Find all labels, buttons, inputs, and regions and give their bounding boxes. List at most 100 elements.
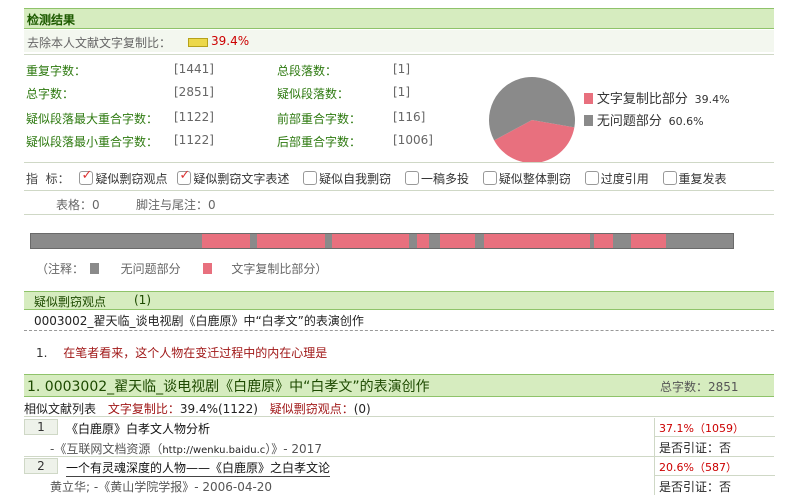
stat-row: 疑似段落最大重合字数： <box>26 110 158 127</box>
similar-list-header: 相似文献列表 文字复制比：39.4%(1122) 疑似剽窃观点：(0) <box>24 400 371 417</box>
legend-swatch-copy <box>202 263 212 274</box>
doc-title[interactable]: 《白鹿原》白孝文人物分析 <box>66 420 210 437</box>
stat-label: 疑似段落最小重合字数： <box>26 135 159 149</box>
stat-label: 总段落数： <box>277 64 338 78</box>
stat-value: [1] <box>393 85 410 99</box>
legend-swatch-ok <box>584 115 593 126</box>
legend-value: 60.6% <box>668 115 704 128</box>
doc-row: 1 《白鹿原》白孝文人物分析 -《互联网文档资源（http://wenku.ba… <box>24 418 775 457</box>
stat-label: 疑似段落数： <box>277 87 350 101</box>
checkbox[interactable] <box>584 171 599 185</box>
view-label: 疑似剽窃观点： <box>269 402 354 416</box>
checkbox[interactable] <box>662 171 677 185</box>
stat-label: 重复字数： <box>26 64 87 78</box>
indicator-item: 过度引用 <box>600 172 649 186</box>
source-suffix: ）》- 2017 <box>265 442 322 456</box>
bar-segment-copy <box>201 234 251 248</box>
distribution-bar <box>30 233 734 249</box>
bar-segment-copy <box>630 234 667 248</box>
doc-percent: 37.1%（1059） <box>659 422 744 435</box>
checkbox[interactable] <box>303 171 318 185</box>
section-total: 总字数：2851 <box>660 380 739 394</box>
doc-row: 2 一个有灵魂深度的人物——《白鹿原》之白孝文论 黄立华; -《黄山学院学报》-… <box>24 457 775 497</box>
legend-item-copy: 文字复制比部分 39.4% <box>584 88 730 110</box>
summary-row: 去除本人文献文字复制比： 39.4% <box>24 30 774 52</box>
bar-segment-copy <box>257 234 326 248</box>
tables-count: 表格：0 <box>56 198 100 212</box>
plagiarism-count: (1) <box>134 293 151 307</box>
ratio-label: 文字复制比： <box>107 402 180 416</box>
cite-cell: 是否引证：否 <box>654 436 775 456</box>
legend-swatch-copy <box>584 93 593 104</box>
stat-value: [2851] <box>174 85 214 99</box>
stat-value: [1006] <box>393 133 433 147</box>
dashed-divider <box>24 330 774 331</box>
doc-number: 1 <box>24 419 58 435</box>
legend-value: 39.4% <box>694 93 730 106</box>
pie-legend: 文字复制比部分 39.4% 无问题部分 60.6% <box>584 88 730 132</box>
plagiarism-title: 疑似剽窃观点 <box>34 295 107 309</box>
stat-value: [1] <box>393 62 410 76</box>
doc-title[interactable]: 一个有灵魂深度的人物——《白鹿原》之白孝文论 <box>66 459 331 477</box>
view-value: (0) <box>353 402 371 416</box>
stat-row: 总字数： <box>26 85 74 102</box>
stat-label: 疑似段落最大重合字数： <box>26 112 159 126</box>
bar-legend: （注释： 无问题部分 文字复制比部分） <box>36 260 327 277</box>
item-text: 在笔者看来，这个人物在变迁过程中的内在心理是 <box>63 346 328 360</box>
doc-source: -《互联网文档资源（http://wenku.baidu.c）》- 2017 <box>50 440 322 457</box>
doc-number: 2 <box>24 458 58 474</box>
bar-segment-copy <box>440 234 475 248</box>
summary-value: 39.4% <box>211 34 250 48</box>
doc-cite: 是否引证：否 <box>659 441 732 455</box>
percent-cell: 37.1%（1059） <box>654 418 775 437</box>
footnotes-count: 脚注与尾注：0 <box>136 198 216 212</box>
stat-label: 后部重合字数： <box>277 135 362 149</box>
bar-segment-copy <box>483 234 591 248</box>
stat-label: 总字数： <box>26 87 75 101</box>
checkbox[interactable] <box>482 171 497 185</box>
summary-gauge <box>188 38 208 47</box>
indicator-item: 疑似自我剽窃 <box>319 172 392 186</box>
section-title: 1. 0003002_翟天临_谈电视剧《白鹿原》中“白孝文”的表演创作 <box>27 379 430 395</box>
section-header: 1. 0003002_翟天临_谈电视剧《白鹿原》中“白孝文”的表演创作 总字数：… <box>24 374 774 397</box>
result-title: 检测结果 <box>27 13 76 27</box>
source-prefix: -《互联网文档资源（ <box>50 442 163 456</box>
bar-legend-copy: 文字复制比部分） <box>231 262 328 276</box>
checkbox[interactable] <box>405 171 419 185</box>
plagiarism-header: 疑似剽窃观点 (1) <box>24 291 774 310</box>
legend-item-ok: 无问题部分 60.6% <box>584 110 730 132</box>
doc-percent: 20.6%（587） <box>659 461 737 474</box>
result-header: 检测结果 <box>24 8 774 29</box>
pie-chart <box>489 77 575 163</box>
stat-row: 重复字数： <box>26 62 86 79</box>
similar-list-label: 相似文献列表 <box>24 402 97 416</box>
indicator-row: 指 标： 疑似剽窃观点 疑似剽窃文字表述 疑似自我剽窃 一稿多投 疑似整体剽窃 … <box>26 168 729 187</box>
legend-label: 无问题部分 <box>596 114 662 129</box>
plagiarism-doc: 0003002_翟天临_谈电视剧《白鹿原》中“白孝文”的表演创作 <box>34 314 364 328</box>
summary-label: 去除本人文献文字复制比： <box>27 36 172 50</box>
stat-value: [116] <box>393 110 426 124</box>
indicator-item: 疑似剽窃观点 <box>95 172 168 186</box>
bar-legend-note: （注释： <box>36 262 85 276</box>
stat-value: [1122] <box>174 110 214 124</box>
legend-swatch-ok <box>89 263 99 274</box>
indicator-label: 指 标： <box>26 172 70 186</box>
percent-cell: 20.6%（587） <box>654 457 775 476</box>
cite-cell: 是否引证：否 <box>654 475 775 495</box>
indicator-item: 疑似整体剽窃 <box>498 172 571 186</box>
bar-segment-copy <box>417 234 430 248</box>
stat-label: 前部重合字数： <box>277 112 362 126</box>
source-prefix: 黄立华; -《黄山学院学报》- 2006-04-20 <box>50 480 273 494</box>
item-number: 1. <box>36 346 48 360</box>
checkbox[interactable] <box>177 168 192 185</box>
bar-segment-copy <box>332 234 410 248</box>
legend-label: 文字复制比部分 <box>596 92 688 107</box>
indicator-item: 疑似剽窃文字表述 <box>193 172 290 186</box>
plagiarism-item: 1. 在笔者看来，这个人物在变迁过程中的内在心理是 <box>36 344 327 361</box>
bar-legend-ok: 无问题部分 <box>120 262 181 276</box>
bar-segment-copy <box>594 234 613 248</box>
doc-source: 黄立华; -《黄山学院学报》- 2006-04-20 <box>50 478 272 495</box>
stat-value: [1122] <box>174 133 214 147</box>
checkbox[interactable] <box>79 168 94 185</box>
stat-value: [1441] <box>174 62 214 76</box>
